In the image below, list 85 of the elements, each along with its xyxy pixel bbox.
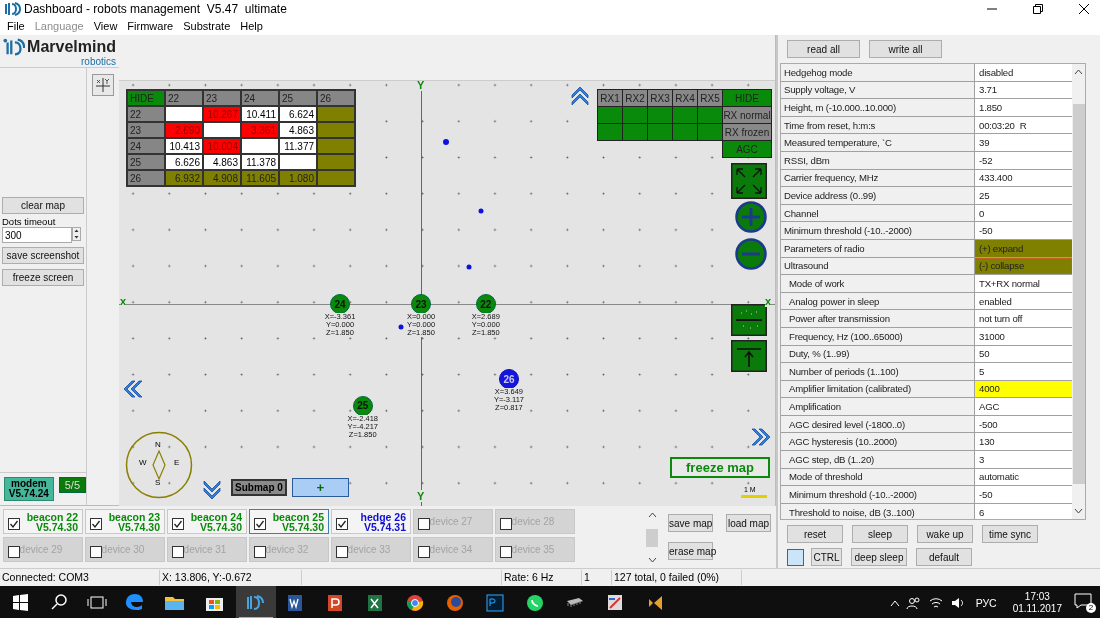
- button[interactable]: default: [916, 548, 972, 566]
- field-label: Dots timeout: [2, 216, 57, 227]
- hide-button[interactable]: HIDE: [127, 90, 165, 106]
- hedgehog-marker[interactable]: 26: [498, 369, 519, 390]
- compass-label: E: [174, 458, 180, 467]
- column-header: RX4: [673, 90, 697, 106]
- device-label: beacon 23 V5.74.30: [108, 511, 160, 532]
- property-value[interactable]: 3: [975, 451, 1072, 468]
- property-value[interactable]: 5: [975, 363, 1072, 380]
- submap-button[interactable]: Submap 0: [231, 479, 287, 496]
- device-label: beacon 25 V5.74.30: [272, 511, 324, 532]
- property-value[interactable]: 25: [975, 187, 1072, 204]
- column-header: 26: [317, 90, 355, 106]
- property-value[interactable]: -50: [975, 222, 1072, 239]
- toggle-button[interactable]: RX frozen: [723, 124, 771, 140]
- status-text: Rate: 6 Hz: [502, 570, 582, 585]
- load-map-button[interactable]: load map: [726, 514, 771, 532]
- language-indicator[interactable]: РУС: [971, 596, 1001, 609]
- device-tile[interactable]: beacon 23 V5.74.30: [85, 509, 165, 534]
- property-value[interactable]: 1.850: [975, 99, 1072, 116]
- compass-label: W: [139, 458, 147, 467]
- dots-timeout-field[interactable]: 300: [2, 227, 72, 243]
- column-header: 24: [241, 90, 279, 106]
- column-header: 25: [279, 90, 317, 106]
- column-header: RX2: [623, 90, 647, 106]
- column-header: 22: [165, 90, 203, 106]
- compass-label: N: [155, 440, 161, 449]
- menu-item[interactable]: View: [88, 20, 123, 32]
- button[interactable]: sleep: [852, 525, 908, 543]
- button[interactable]: deep sleep: [851, 548, 907, 566]
- button[interactable]: write all: [869, 40, 942, 58]
- device-label: hedge 26 V5.74.31: [360, 511, 406, 532]
- clear-map-button[interactable]: clear map: [2, 197, 84, 214]
- status-text: X: 13.806, Y:-0.672: [160, 570, 302, 585]
- freeze-map-button[interactable]: freeze map: [670, 457, 770, 478]
- device-tile[interactable]: beacon 22 V5.74.30: [3, 509, 83, 534]
- property-value[interactable]: -50: [975, 486, 1072, 503]
- logo-subtitle: robotics: [81, 57, 116, 67]
- compass-label: S: [155, 478, 161, 487]
- button[interactable]: save screenshot: [2, 247, 84, 264]
- status-text: Connected: COM3: [0, 570, 160, 585]
- beacon-marker[interactable]: 25: [352, 395, 373, 416]
- column-header: RX5: [698, 90, 722, 106]
- beacon-marker[interactable]: 22: [475, 294, 496, 314]
- column-header: RX1: [598, 90, 622, 106]
- device-tile[interactable]: beacon 24 V5.74.30: [167, 509, 247, 534]
- add-submap-button[interactable]: +: [292, 478, 349, 497]
- property-value[interactable]: 130: [975, 433, 1072, 451]
- menu-item[interactable]: Help: [235, 20, 268, 32]
- beacon-marker[interactable]: 23: [411, 294, 431, 314]
- window-title: Dashboard - robots management V5.47 ultimate: [24, 1, 287, 16]
- toggle-button[interactable]: HIDE: [723, 90, 771, 106]
- status-text: 1: [582, 570, 612, 585]
- property-value[interactable]: 39: [975, 134, 1072, 151]
- device-count: 5/5: [58, 477, 86, 493]
- save-map-button[interactable]: save map: [668, 514, 713, 532]
- property-value[interactable]: AGC: [975, 398, 1072, 415]
- menu-item[interactable]: Substrate: [178, 20, 236, 32]
- property-value[interactable]: TX+RX normal: [975, 275, 1072, 292]
- notification-badge: 2: [1086, 602, 1096, 613]
- button[interactable]: read all: [787, 40, 860, 58]
- ctrl-button[interactable]: CTRL: [811, 548, 842, 566]
- menu-item[interactable]: File: [2, 20, 30, 32]
- modem-button[interactable]: modem V5.74.24: [4, 477, 54, 501]
- menu-item[interactable]: Firmware: [122, 20, 179, 32]
- axis-label: Y: [417, 81, 425, 91]
- toggle-button[interactable]: RX normal: [723, 107, 771, 123]
- device-label: beacon 24 V5.74.30: [190, 511, 242, 532]
- property-value[interactable]: disabled: [975, 64, 1072, 81]
- status-text: 127 total, 0 failed (0%): [612, 570, 742, 585]
- button[interactable]: reset: [787, 525, 843, 543]
- button[interactable]: freeze screen: [2, 269, 84, 286]
- device-tile[interactable]: hedge 26 V5.74.31: [331, 509, 411, 534]
- column-header: 23: [203, 90, 241, 106]
- button[interactable]: time sync: [982, 525, 1038, 543]
- toggle-button[interactable]: AGC: [723, 141, 771, 157]
- logo-text: Marvelmind: [27, 38, 116, 56]
- device-tile[interactable]: beacon 25 V5.74.30: [249, 509, 329, 534]
- axis-label: Y: [417, 490, 425, 502]
- clock[interactable]: 17:03 01.11.2017: [1006, 590, 1068, 615]
- button[interactable]: wake up: [917, 525, 973, 543]
- beacon-marker[interactable]: 24: [330, 294, 350, 314]
- property-value[interactable]: not turn off: [975, 310, 1072, 327]
- column-header: RX3: [648, 90, 672, 106]
- device-label: beacon 22 V5.74.30: [26, 511, 78, 532]
